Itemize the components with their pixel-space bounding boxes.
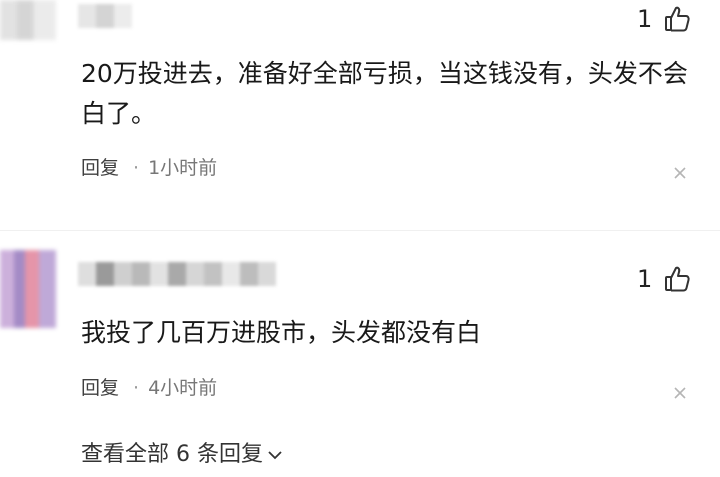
username-blurred[interactable] [78,4,132,28]
divider [0,230,720,231]
like-count: 1 [637,265,653,293]
meta-separator: · [133,377,140,399]
comment-time: 1小时前 [148,157,218,179]
close-icon[interactable] [673,385,687,399]
thumbs-up-icon[interactable] [664,265,690,293]
thumbs-up-icon[interactable] [664,5,690,33]
view-all-replies-label: 查看全部 6 条回复 [81,442,263,467]
view-all-replies-link[interactable]: 查看全部 6 条回复 [81,440,283,470]
close-icon[interactable] [673,165,687,179]
comment-meta: 回复 · 1小时前 [81,155,217,181]
chevron-down-icon [268,451,282,460]
comment-text: 我投了几百万进股市，头发都没有白 [81,318,482,347]
comment-thread: 1 20万投进去，准备好全部亏损，当这钱没有，头发不会白了。 回复 · 1小时前 1… [0,0,720,477]
avatar[interactable] [0,0,56,40]
reply-button[interactable]: 回复 [81,377,119,399]
comment-time: 4小时前 [148,377,218,399]
avatar[interactable] [0,250,56,328]
comment-text: 20万投进去，准备好全部亏损，当这钱没有，头发不会白了。 [81,59,688,128]
username-blurred[interactable] [78,262,276,286]
meta-separator: · [133,157,140,179]
like-count: 1 [637,5,653,33]
comment-meta: 回复 · 4小时前 [81,375,217,401]
reply-button[interactable]: 回复 [81,157,119,179]
